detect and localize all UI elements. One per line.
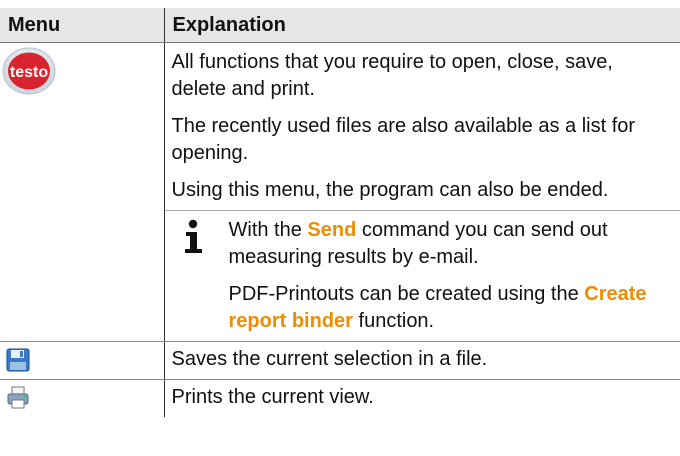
explanation-paragraph: Prints the current view.	[171, 386, 374, 408]
save-disk-icon	[6, 348, 30, 372]
logo-text: testo	[10, 64, 48, 81]
explanation-paragraph: The recently used files are also availab…	[171, 115, 636, 164]
info-note: With the Send command you can send out m…	[164, 210, 680, 341]
info-icon	[184, 219, 202, 253]
explanation-cell: All functions that you require to open, …	[164, 42, 680, 342]
table-row: Prints the current view.	[0, 379, 680, 418]
header-menu: Menu	[0, 8, 165, 43]
table-header-row: Menu Explanation	[0, 8, 680, 43]
note-report-paragraph: PDF-Printouts can be created using the C…	[223, 277, 680, 341]
header-explanation: Explanation	[164, 8, 680, 43]
note-text: function.	[352, 310, 435, 332]
note-body: With the Send command you can send out m…	[223, 211, 680, 341]
explanation-paragraph: Using this menu, the program can also be…	[171, 179, 609, 201]
explanation-cell: Prints the current view.	[164, 380, 680, 418]
note-send-paragraph: With the Send command you can send out m…	[223, 211, 680, 277]
menu-cell	[0, 379, 165, 417]
testo-logo-icon: testo	[2, 47, 56, 95]
menu-cell	[0, 341, 165, 380]
explanation-paragraph: Saves the current selection in a file.	[171, 348, 488, 370]
menu-explanation-table: Menu Explanation testo All functions tha…	[0, 8, 680, 417]
explanation-cell: Saves the current selection in a file.	[164, 341, 680, 380]
menu-cell: testo	[0, 42, 165, 342]
note-text: PDF-Printouts can be created using the	[228, 283, 585, 305]
send-command: Send	[307, 219, 357, 241]
explanation-paragraph: All functions that you require to open, …	[171, 51, 613, 100]
page-top-fragment	[0, 0, 680, 8]
printer-icon	[7, 386, 29, 409]
note-text: With the	[228, 219, 308, 241]
table-row: testo All functions that you require to …	[0, 42, 680, 342]
table-row: Saves the current selection in a file.	[0, 341, 680, 380]
info-icon-wrap	[165, 211, 223, 341]
